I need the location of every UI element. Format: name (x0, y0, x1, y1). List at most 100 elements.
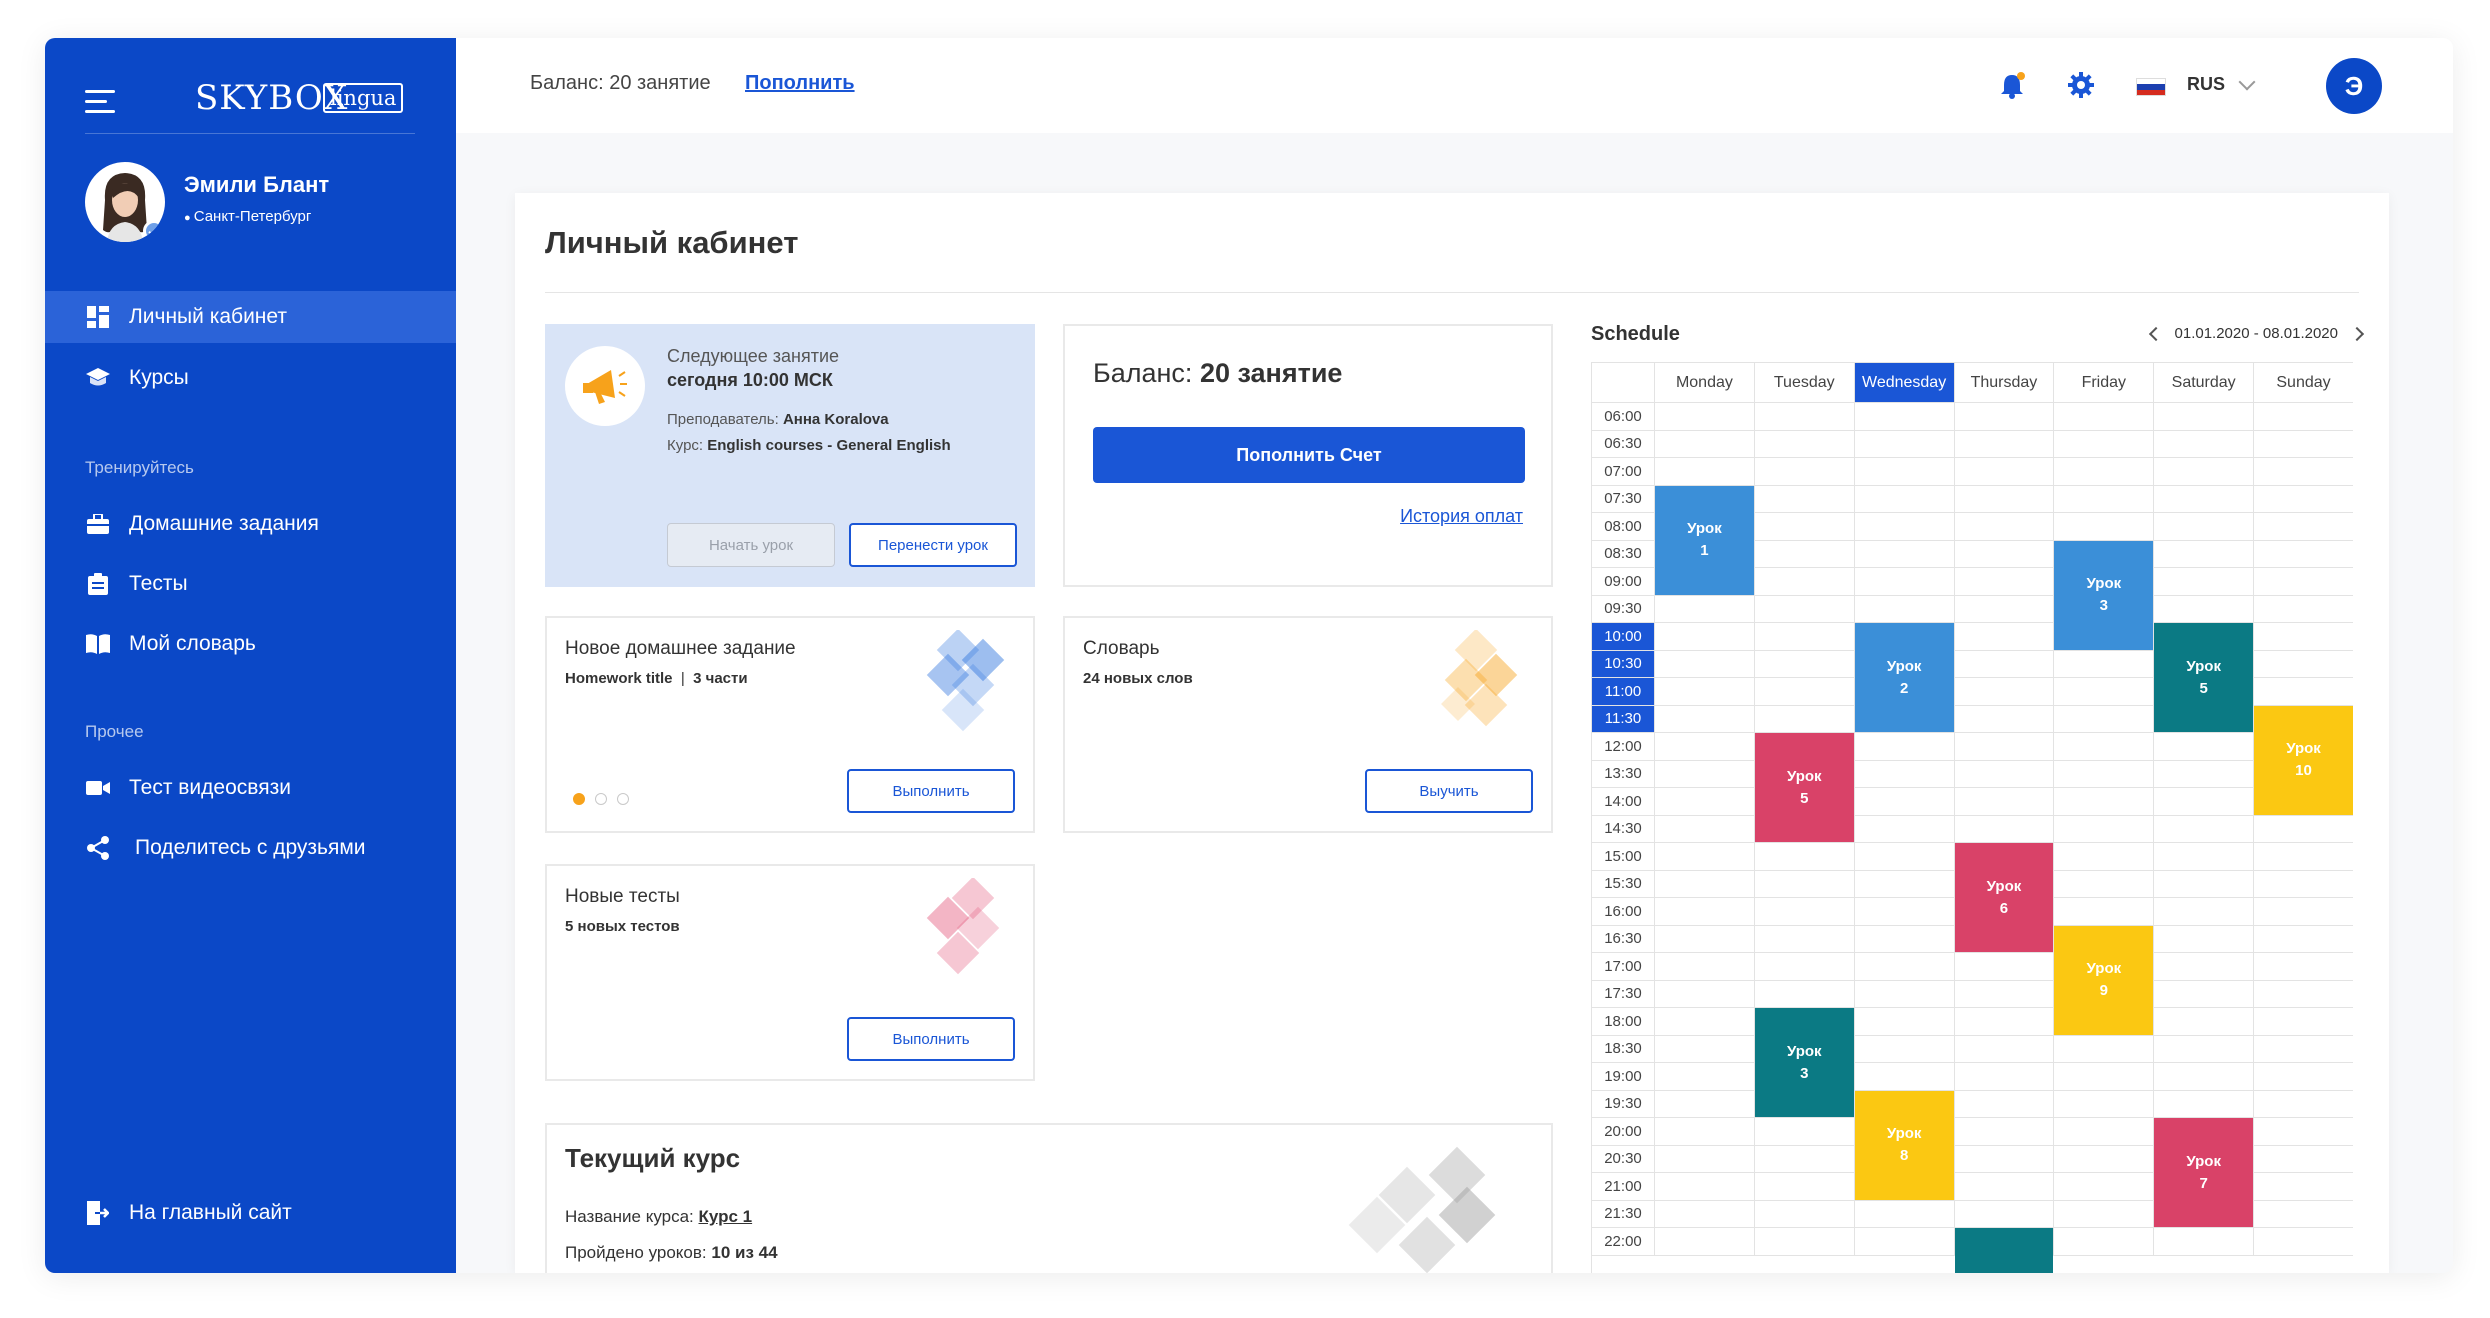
schedule-slot[interactable] (2254, 898, 2353, 926)
schedule-slot[interactable] (2154, 733, 2255, 761)
schedule-slot[interactable] (2054, 705, 2155, 733)
schedule-slot[interactable] (2154, 760, 2255, 788)
schedule-slot[interactable] (1854, 513, 1955, 541)
schedule-slot[interactable] (1954, 513, 2055, 541)
schedule-slot[interactable] (2054, 1035, 2155, 1063)
lesson-block[interactable]: Урок 8 (1854, 1090, 1954, 1200)
schedule-slot[interactable] (1655, 925, 1755, 953)
schedule-slot[interactable] (2254, 870, 2353, 898)
chevron-right-icon[interactable] (2349, 326, 2365, 341)
schedule-slot[interactable] (1655, 733, 1755, 761)
schedule-slot[interactable] (1954, 1145, 2055, 1173)
schedule-slot[interactable] (2154, 1228, 2255, 1256)
schedule-slot[interactable] (1655, 1228, 1755, 1256)
schedule-slot[interactable] (1655, 898, 1755, 926)
schedule-slot[interactable] (2254, 1035, 2353, 1063)
schedule-slot[interactable] (1954, 650, 2055, 678)
schedule-slot[interactable] (2154, 953, 2255, 981)
lesson-block[interactable]: Урок 9 (2054, 925, 2154, 1035)
schedule-slot[interactable] (1854, 870, 1955, 898)
sidebar-item-video-test[interactable]: Тест видеосвязи (45, 762, 456, 814)
schedule-slot[interactable] (1854, 815, 1955, 843)
schedule-slot[interactable] (2254, 1228, 2353, 1256)
schedule-slot[interactable] (2254, 1090, 2353, 1118)
avatar[interactable] (85, 162, 165, 242)
schedule-slot[interactable] (1754, 843, 1855, 871)
schedule-slot[interactable] (1954, 1063, 2055, 1091)
schedule-slot[interactable] (1754, 403, 1855, 431)
schedule-slot[interactable] (1754, 1173, 1855, 1201)
start-lesson-button[interactable]: Начать урок (667, 523, 835, 567)
schedule-slot[interactable] (1754, 1118, 1855, 1146)
schedule-slot[interactable] (2054, 1228, 2155, 1256)
sidebar-item-dashboard[interactable]: Личный кабинет (45, 291, 456, 343)
schedule-slot[interactable] (2254, 485, 2353, 513)
schedule-slot[interactable] (2154, 485, 2255, 513)
chevron-left-icon[interactable] (2148, 326, 2163, 341)
schedule-slot[interactable] (1954, 1118, 2055, 1146)
schedule-slot[interactable] (1655, 1118, 1755, 1146)
do-tests-button[interactable]: Выполнить (847, 1017, 1015, 1061)
schedule-slot[interactable] (2154, 843, 2255, 871)
schedule-slot[interactable] (1954, 788, 2055, 816)
schedule-slot[interactable] (1954, 1035, 2055, 1063)
schedule-slot[interactable] (1655, 595, 1755, 623)
schedule-slot[interactable] (1954, 458, 2055, 486)
schedule-slot[interactable] (1655, 1008, 1755, 1036)
schedule-slot[interactable] (1655, 1063, 1755, 1091)
schedule-slot[interactable] (1954, 678, 2055, 706)
schedule-slot[interactable] (1754, 1228, 1855, 1256)
schedule-slot[interactable] (2054, 513, 2155, 541)
schedule-slot[interactable] (1854, 458, 1955, 486)
schedule-slot[interactable] (2054, 870, 2155, 898)
pagination-dot[interactable] (617, 793, 629, 805)
lesson-block[interactable]: Урок 6 (1954, 843, 2054, 952)
schedule-slot[interactable] (1954, 980, 2055, 1008)
pagination-dot[interactable] (595, 793, 607, 805)
header-topup-link[interactable]: Пополнить (745, 72, 855, 95)
schedule-slot[interactable] (1655, 1090, 1755, 1118)
schedule-slot[interactable] (2254, 953, 2353, 981)
schedule-slot[interactable] (1954, 760, 2055, 788)
schedule-slot[interactable] (1854, 953, 1955, 981)
schedule-slot[interactable] (1754, 623, 1855, 651)
schedule-slot[interactable] (2154, 925, 2255, 953)
schedule-slot[interactable] (1655, 623, 1755, 651)
sidebar-item-dictionary[interactable]: Мой словарь (45, 618, 456, 670)
schedule-slot[interactable] (1854, 760, 1955, 788)
lesson-block[interactable]: Урок 1 (1655, 485, 1754, 595)
schedule-slot[interactable] (2254, 925, 2353, 953)
schedule-slot[interactable] (1655, 678, 1755, 706)
schedule-slot[interactable] (1954, 403, 2055, 431)
schedule-slot[interactable] (1655, 1145, 1755, 1173)
schedule-slot[interactable] (1655, 760, 1755, 788)
schedule-slot[interactable] (2054, 678, 2155, 706)
schedule-slot[interactable] (1854, 568, 1955, 596)
schedule-slot[interactable] (2054, 1063, 2155, 1091)
schedule-slot[interactable] (2054, 843, 2155, 871)
schedule-slot[interactable] (1754, 898, 1855, 926)
schedule-slot[interactable] (2254, 980, 2353, 1008)
schedule-slot[interactable] (2054, 1200, 2155, 1228)
schedule-slot[interactable] (1854, 1228, 1955, 1256)
sidebar-item-homework[interactable]: Домашние задания (45, 498, 456, 550)
schedule-slot[interactable] (1954, 540, 2055, 568)
user-avatar-button[interactable]: Э (2326, 58, 2382, 114)
schedule-slot[interactable] (2054, 1090, 2155, 1118)
course-name-link[interactable]: Курс 1 (699, 1207, 753, 1226)
schedule-slot[interactable] (2254, 1063, 2353, 1091)
schedule-slot[interactable] (1854, 898, 1955, 926)
menu-icon[interactable] (85, 90, 119, 114)
language-selector[interactable]: RUS (2187, 74, 2225, 95)
schedule-slot[interactable] (1754, 678, 1855, 706)
schedule-slot[interactable] (2254, 1173, 2353, 1201)
schedule-slot[interactable] (2254, 1145, 2353, 1173)
schedule-slot[interactable] (1954, 1200, 2055, 1228)
do-homework-button[interactable]: Выполнить (847, 769, 1015, 813)
schedule-slot[interactable] (1854, 1035, 1955, 1063)
schedule-slot[interactable] (2154, 568, 2255, 596)
sidebar-item-tests[interactable]: Тесты (45, 558, 456, 610)
schedule-slot[interactable] (1655, 843, 1755, 871)
schedule-slot[interactable] (2054, 1145, 2155, 1173)
schedule-slot[interactable] (1954, 430, 2055, 458)
